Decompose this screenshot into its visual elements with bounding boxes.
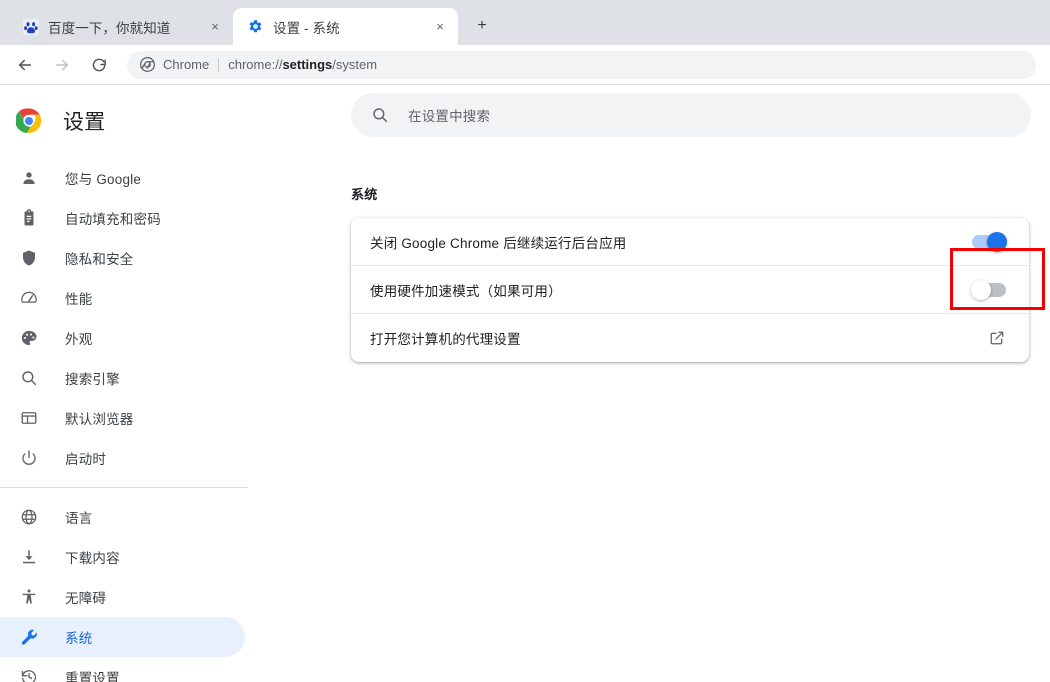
toggle-knob — [971, 279, 991, 300]
row-label: 使用硬件加速模式（如果可用） — [370, 283, 562, 299]
chrome-logo-icon — [15, 108, 42, 134]
omnibox-separator — [218, 57, 220, 72]
tab-baidu[interactable]: 百度一下，你就知道 × — [8, 8, 233, 45]
new-tab-button[interactable]: + — [467, 11, 497, 41]
row-label: 关闭 Google Chrome 后继续运行后台应用 — [370, 235, 627, 251]
sidebar-item-privacy-security[interactable]: 隐私和安全 — [0, 238, 245, 278]
wrench-icon — [19, 627, 39, 647]
tab-title: 设置 - 系统 — [273, 20, 340, 36]
chrome-logo-icon — [139, 57, 155, 73]
page-title: 设置 — [63, 111, 106, 134]
sidebar-item-label: 启动时 — [65, 452, 107, 467]
sidebar-item-default-browser[interactable]: 默认浏览器 — [0, 398, 245, 438]
sidebar-group-secondary: 语言 下载内容 无障碍 系统 重置设置 — [0, 497, 250, 682]
settings-main-content: 在设置中搜索 系统 关闭 Google Chrome 后继续运行后台应用 使用硬… — [250, 85, 1050, 681]
section-title: 系统 — [351, 187, 378, 202]
row-hardware-acceleration[interactable]: 使用硬件加速模式（如果可用） — [351, 266, 1029, 314]
sidebar-item-label: 下载内容 — [65, 551, 120, 566]
sidebar-item-accessibility[interactable]: 无障碍 — [0, 577, 245, 617]
search-placeholder: 在设置中搜索 — [408, 109, 491, 124]
download-icon — [19, 547, 39, 567]
tab-strip: 百度一下，你就知道 × 设置 - 系统 × + — [0, 0, 1050, 45]
baidu-paw-icon — [22, 18, 39, 35]
omnibox-chip-label: Chrome — [163, 57, 210, 72]
gear-icon — [247, 18, 264, 35]
close-icon[interactable]: × — [430, 17, 450, 37]
palette-icon — [19, 328, 39, 348]
accessibility-icon — [19, 587, 39, 607]
sidebar-item-label: 语言 — [65, 511, 93, 526]
sidebar-item-system[interactable]: 系统 — [0, 617, 245, 657]
clipboard-icon — [19, 208, 39, 228]
sidebar-group-primary: 您与 Google 自动填充和密码 隐私和安全 性能 外观 搜索引擎 默认浏览器… — [0, 158, 250, 478]
settings-page: 设置 您与 Google 自动填充和密码 隐私和安全 性能 外观 搜索引擎 默认… — [0, 85, 1050, 682]
search-icon — [370, 105, 390, 125]
url-suffix: /system — [332, 57, 378, 72]
settings-sidebar: 设置 您与 Google 自动填充和密码 隐私和安全 性能 外观 搜索引擎 默认… — [0, 85, 250, 682]
restore-icon — [19, 667, 39, 682]
sidebar-item-autofill-passwords[interactable]: 自动填充和密码 — [0, 198, 245, 238]
sidebar-item-label: 无障碍 — [65, 591, 107, 606]
search-input[interactable]: 在设置中搜索 — [351, 93, 1031, 137]
sidebar-item-label: 隐私和安全 — [65, 252, 134, 267]
search-icon — [19, 368, 39, 388]
sidebar-item-search-engine[interactable]: 搜索引擎 — [0, 358, 245, 398]
sidebar-item-you-and-google[interactable]: 您与 Google — [0, 158, 245, 198]
address-bar[interactable]: Chrome chrome://settings/system — [127, 50, 1036, 79]
tab-settings[interactable]: 设置 - 系统 × — [233, 8, 458, 45]
person-icon — [19, 168, 39, 188]
sidebar-item-label: 搜索引擎 — [65, 372, 120, 387]
system-settings-card: 关闭 Google Chrome 后继续运行后台应用 使用硬件加速模式（如果可用… — [351, 218, 1029, 362]
sidebar-item-label: 外观 — [65, 332, 93, 347]
close-icon[interactable]: × — [205, 17, 225, 37]
reload-button[interactable] — [84, 50, 114, 80]
globe-icon — [19, 507, 39, 527]
sidebar-item-label: 重置设置 — [65, 671, 120, 682]
sidebar-item-label: 默认浏览器 — [65, 412, 134, 427]
back-button[interactable] — [10, 50, 40, 80]
url-prefix: chrome:// — [228, 57, 283, 72]
sidebar-item-appearance[interactable]: 外观 — [0, 318, 245, 358]
forward-button — [47, 50, 77, 80]
sidebar-item-label: 自动填充和密码 — [65, 212, 161, 227]
sidebar-item-label: 您与 Google — [65, 172, 142, 187]
settings-brand: 设置 — [0, 97, 250, 145]
url-bold: settings — [282, 57, 333, 72]
external-link-icon[interactable] — [988, 329, 1006, 347]
shield-icon — [19, 248, 39, 268]
browser-toolbar: Chrome chrome://settings/system — [0, 45, 1050, 85]
sidebar-item-on-startup[interactable]: 启动时 — [0, 438, 245, 478]
power-icon — [19, 448, 39, 468]
toggle-knob — [987, 231, 1007, 252]
omnibox-url: chrome://settings/system — [228, 57, 377, 72]
hardware-acceleration-toggle[interactable] — [971, 279, 1006, 300]
sidebar-item-reset-settings[interactable]: 重置设置 — [0, 657, 245, 682]
speedometer-icon — [19, 288, 39, 308]
sidebar-item-label: 系统 — [65, 631, 93, 646]
sidebar-item-performance[interactable]: 性能 — [0, 278, 245, 318]
sidebar-item-downloads[interactable]: 下载内容 — [0, 537, 245, 577]
sidebar-divider — [0, 487, 248, 488]
sidebar-item-languages[interactable]: 语言 — [0, 497, 245, 537]
row-label: 打开您计算机的代理设置 — [370, 332, 521, 347]
tab-title: 百度一下，你就知道 — [48, 20, 171, 36]
row-background-apps[interactable]: 关闭 Google Chrome 后继续运行后台应用 — [351, 218, 1029, 266]
browser-window-icon — [19, 408, 39, 428]
sidebar-item-label: 性能 — [65, 292, 93, 307]
background-apps-toggle[interactable] — [972, 231, 1007, 252]
row-proxy-settings[interactable]: 打开您计算机的代理设置 — [351, 314, 1029, 362]
